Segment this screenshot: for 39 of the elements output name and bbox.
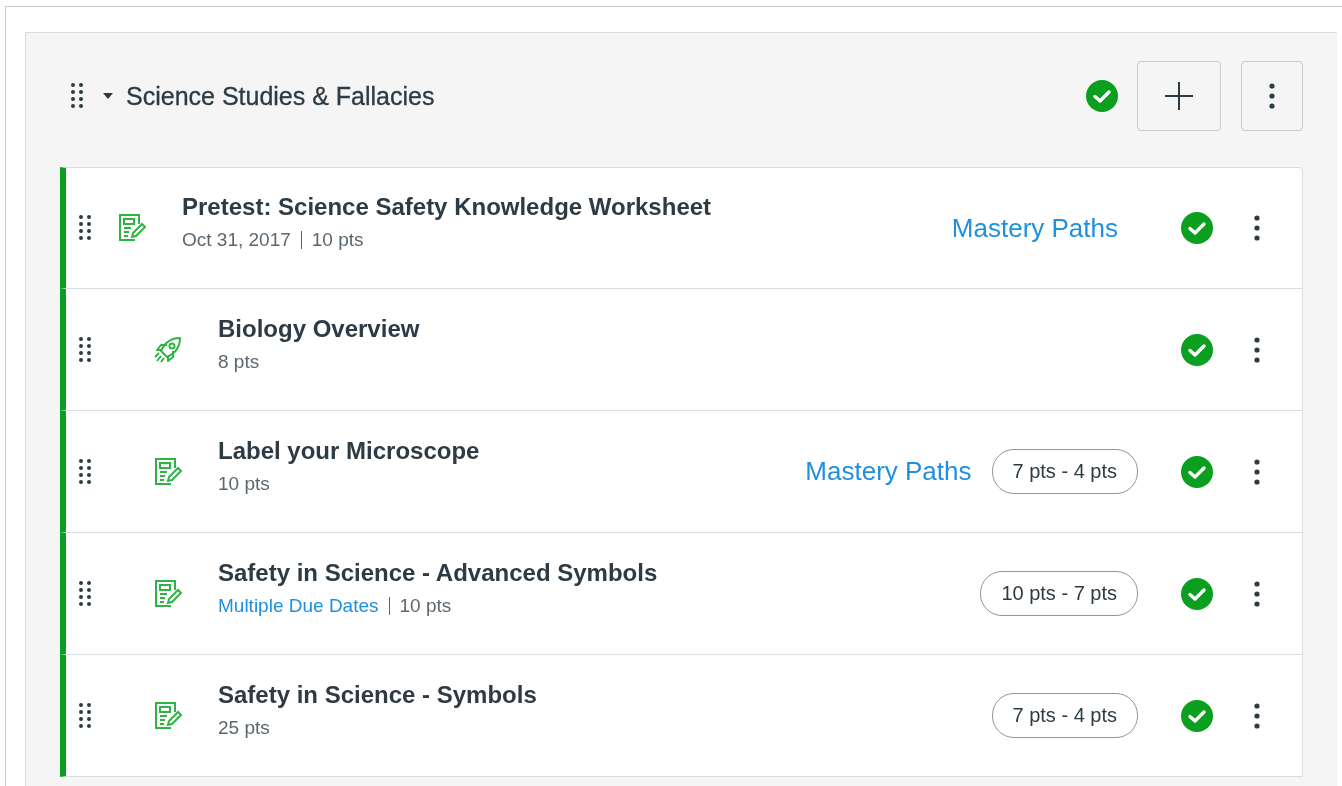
more-options-icon — [1254, 457, 1260, 486]
item-meta-text: 8 pts — [218, 350, 260, 373]
assignment-icon — [152, 455, 184, 488]
score-range-pill: 10 pts - 7 pts — [980, 571, 1138, 616]
drag-handle-icon[interactable] — [78, 457, 92, 486]
published-check-icon[interactable] — [1180, 576, 1214, 611]
drag-handle-icon[interactable] — [70, 82, 84, 110]
published-check-icon[interactable] — [1180, 211, 1214, 245]
item-meta-text: 10 pts — [399, 594, 452, 617]
item-meta-text: Oct 31, 2017 — [182, 229, 291, 251]
more-options-icon — [1254, 335, 1260, 364]
more-options-icon — [1254, 214, 1260, 242]
item-title[interactable]: Safety in Science - Advanced Symbols — [218, 558, 981, 587]
item-meta-text: 10 pts — [311, 229, 364, 251]
score-range-pill: 7 pts - 4 pts — [991, 693, 1138, 738]
assignment-icon — [116, 212, 148, 244]
more-options-icon — [1254, 579, 1260, 608]
score-range-pill: 7 pts - 4 pts — [991, 449, 1138, 494]
more-options-icon — [1269, 82, 1275, 110]
drag-handle-icon[interactable] — [78, 214, 92, 242]
item-title[interactable]: Safety in Science - Symbols — [218, 680, 992, 709]
published-check-icon[interactable] — [1180, 332, 1214, 367]
item-title[interactable]: Label your Microscope — [218, 436, 806, 465]
drag-handle-icon[interactable] — [78, 701, 92, 730]
more-options-icon — [1254, 701, 1260, 730]
plus-icon — [1163, 80, 1195, 112]
item-meta-text: 25 pts — [218, 716, 270, 739]
item-title[interactable]: Biology Overview — [218, 314, 1138, 343]
drag-handle-icon[interactable] — [78, 579, 92, 608]
published-check-icon[interactable] — [1180, 454, 1214, 489]
collapse-caret-icon[interactable] — [102, 92, 114, 100]
module-title: Science Studies & Fallacies — [126, 81, 435, 111]
published-check-icon[interactable] — [1085, 79, 1119, 113]
item-meta-text: 10 pts — [218, 472, 270, 495]
assignment-icon — [152, 577, 184, 610]
drag-handle-icon[interactable] — [78, 335, 92, 364]
item-title[interactable]: Pretest: Science Safety Knowledge Worksheet — [182, 193, 952, 221]
assignment-icon — [152, 699, 184, 732]
published-check-icon[interactable] — [1180, 698, 1214, 733]
